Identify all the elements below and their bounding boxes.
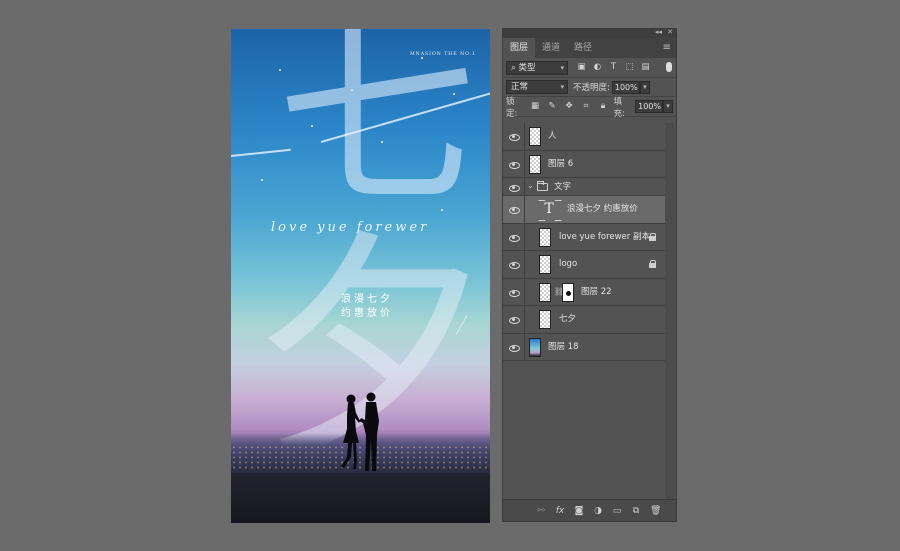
eye-icon[interactable] — [509, 259, 520, 269]
layer-row[interactable]: 人 — [503, 123, 666, 151]
script-text: love yue forewer — [271, 220, 430, 235]
chevron-down-icon: ▾ — [560, 83, 564, 91]
layer-name: love yue forewer 副本 — [559, 231, 650, 242]
panel-tabs: 图层 通道 路径 ≡ — [503, 38, 676, 58]
eye-icon[interactable] — [509, 204, 520, 214]
layer-name: logo — [559, 259, 578, 269]
tab-channels[interactable]: 通道 — [535, 38, 567, 58]
filter-adjustment-icon[interactable]: ◐ — [592, 62, 603, 73]
layer-thumbnail — [529, 127, 541, 146]
chevron-down-icon: ▾ — [560, 63, 564, 72]
layer-name: 人 — [548, 131, 557, 141]
layer-row-selected[interactable]: T 浪漫七夕 约惠放价 — [503, 196, 666, 224]
fx-icon[interactable]: fx — [555, 506, 565, 516]
eye-icon[interactable] — [509, 182, 520, 192]
text-layer-icon: T — [538, 200, 560, 219]
tab-paths[interactable]: 路径 — [567, 38, 599, 58]
poster-canvas[interactable]: MNASION THE NO.1 七 夕 love yue forewer 浪漫… — [231, 29, 490, 523]
scrollbar[interactable] — [665, 123, 675, 503]
new-layer-icon[interactable]: ⧉ — [631, 506, 641, 516]
tab-layers[interactable]: 图层 — [503, 38, 536, 58]
blend-mode-select[interactable]: 正常 ▾ — [506, 80, 568, 94]
eye-icon[interactable] — [509, 232, 520, 242]
fill-label: 填充: — [613, 96, 625, 119]
lock-all-icon[interactable]: 🔒︎ — [598, 101, 609, 112]
layer-row[interactable]: logo — [503, 251, 666, 279]
folder-icon[interactable]: ▭ — [612, 506, 622, 516]
eye-icon[interactable] — [509, 131, 520, 141]
close-icon[interactable]: ✕ — [667, 28, 673, 36]
layer-row[interactable]: 七夕 — [503, 306, 666, 334]
filter-kind-select[interactable]: ⌕ 类型 ▾ — [506, 60, 568, 75]
layer-thumbnail — [529, 337, 541, 357]
filter-pixel-icon[interactable]: ▣ — [576, 62, 587, 73]
layer-thumbnail — [539, 282, 551, 302]
blend-mode-label: 正常 — [511, 82, 529, 92]
tagline-1: 浪漫七夕 — [341, 294, 393, 305]
filter-toggle[interactable] — [666, 62, 672, 72]
ground — [231, 473, 490, 523]
chevron-down-icon[interactable]: ⌄ — [527, 181, 534, 190]
lock-transparent-icon[interactable]: ▦ — [530, 101, 541, 112]
panel-topbar: ◂◂ ✕ — [503, 28, 676, 38]
eye-icon[interactable] — [509, 287, 520, 297]
layer-name: 图层 6 — [548, 158, 574, 169]
opacity-label: 不透明度: — [573, 83, 610, 93]
lock-icon — [649, 260, 656, 268]
layer-group-row[interactable]: ⌄ 文字 — [503, 178, 666, 196]
lock-artboard-icon[interactable]: ⌗ — [581, 101, 592, 112]
layer-row[interactable]: ⛓︎ 图层 22 — [503, 278, 666, 306]
filter-type-icon[interactable]: T — [608, 62, 619, 73]
tagline-2: 约惠放价 — [341, 308, 393, 319]
eye-icon[interactable] — [509, 314, 520, 324]
layers-panel: ◂◂ ✕ 图层 通道 路径 ≡ ⌕ 类型 ▾ ▣ ◐ T ⬚ ▤ 正常 ▾ 不透… — [502, 28, 677, 522]
layer-thumbnail — [529, 154, 541, 174]
lock-label: 锁定: — [506, 96, 518, 119]
lock-icon — [649, 232, 656, 241]
fill-dropdown[interactable]: ▾ — [663, 100, 673, 113]
collapse-icon[interactable]: ◂◂ — [655, 28, 662, 36]
eye-icon[interactable] — [509, 342, 520, 352]
link-icon[interactable]: ⚯ — [536, 506, 546, 516]
layer-row[interactable]: 图层 6 — [503, 150, 666, 178]
filter-smartobject-icon[interactable]: ▤ — [640, 62, 651, 73]
layer-name: 浪漫七夕 约惠放价 — [567, 204, 638, 214]
layer-name: 七夕 — [559, 314, 577, 324]
layer-row[interactable]: love yue forewer 副本 — [503, 223, 666, 251]
lock-row: 锁定: ▦ ✎ ✥ ⌗ 🔒︎ 填充: 100% ▾ — [503, 96, 676, 119]
lock-position-icon[interactable]: ✥ — [564, 101, 575, 112]
layer-name: 图层 22 — [581, 286, 612, 297]
opacity-dropdown[interactable]: ▾ — [639, 80, 650, 94]
opacity-input[interactable]: 100% — [611, 80, 640, 94]
filter-shape-icon[interactable]: ⬚ — [624, 62, 635, 73]
folder-icon — [537, 181, 548, 191]
layer-mask-thumbnail[interactable] — [562, 282, 574, 302]
blend-row: 正常 ▾ 不透明度: 100% ▾ — [503, 78, 676, 97]
filter-row: ⌕ 类型 ▾ ▣ ◐ T ⬚ ▤ — [503, 58, 676, 78]
couple-silhouette — [341, 392, 379, 471]
title-char-qi: 七 — [277, 29, 478, 233]
trash-icon[interactable]: 🗑︎ — [650, 506, 661, 516]
panel-menu-icon[interactable]: ≡ — [663, 42, 671, 53]
layer-thumbnail — [539, 227, 551, 247]
lock-image-icon[interactable]: ✎ — [547, 101, 558, 112]
fill-input[interactable]: 100% — [635, 100, 664, 113]
layer-thumbnail — [539, 310, 551, 329]
filter-kind-label: 类型 — [518, 62, 536, 73]
group-name: 文字 — [554, 182, 572, 192]
layer-name: 图层 18 — [548, 341, 579, 352]
layer-list: 人 图层 6 ⌄ 文字 T 浪漫七夕 约惠放价 love yue forewer… — [503, 123, 666, 361]
layer-thumbnail — [539, 255, 551, 274]
panel-bottom-toolbar: ⚯ fx ◙ ◑ ▭ ⧉ 🗑︎ — [503, 499, 676, 521]
eye-icon[interactable] — [509, 159, 520, 169]
adjustment-icon[interactable]: ◑ — [593, 506, 603, 516]
layer-row[interactable]: 图层 18 — [503, 333, 666, 361]
mask-icon[interactable]: ◙ — [574, 506, 584, 516]
